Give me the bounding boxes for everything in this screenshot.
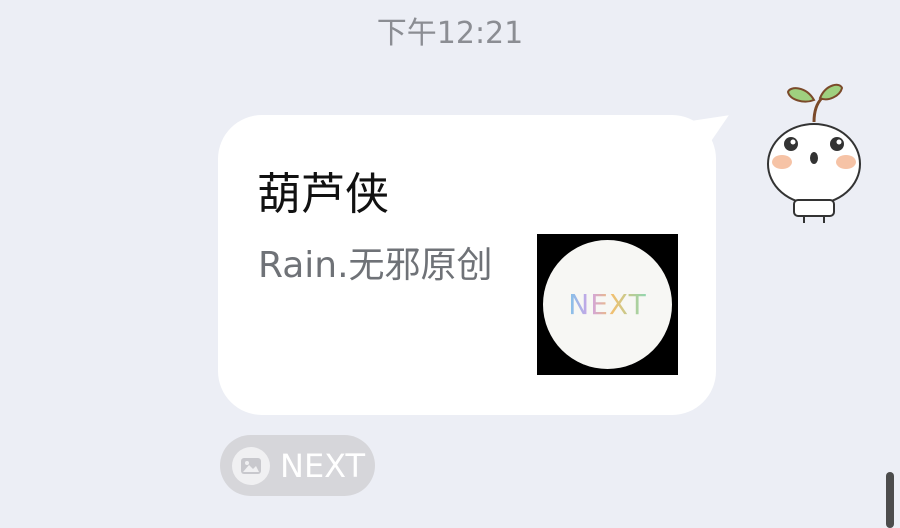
scrollbar-thumb[interactable] xyxy=(886,472,894,528)
image-icon xyxy=(232,447,270,485)
message-timestamp: 下午12:21 xyxy=(376,16,524,51)
app-source-label: NEXT xyxy=(280,447,366,485)
thumbnail-circle: NEXT xyxy=(543,240,672,369)
card-subtitle: Rain.无邪原创 xyxy=(258,245,493,286)
sprout-avatar-icon[interactable] xyxy=(764,78,864,223)
app-source-chip[interactable]: NEXT xyxy=(220,435,375,496)
card-title: 葫芦侠 xyxy=(257,169,389,220)
thumbnail-text: NEXT xyxy=(568,288,647,321)
card-thumbnail: NEXT xyxy=(537,234,678,375)
